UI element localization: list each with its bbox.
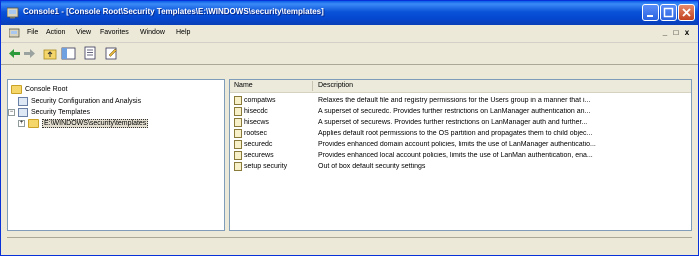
back-arrow-icon[interactable] — [7, 46, 22, 61]
tree-item-label: Security Templates — [31, 108, 91, 116]
snap-in-icon — [18, 96, 28, 106]
minimize-button[interactable] — [642, 4, 659, 21]
list-row[interactable]: setup security Out of box default securit… — [230, 161, 691, 172]
template-file-icon — [234, 162, 242, 171]
snap-in-icon — [18, 107, 28, 117]
row-name: hisecws — [244, 119, 269, 126]
menu-view[interactable]: View — [76, 29, 91, 36]
menu-window[interactable]: Window — [140, 29, 165, 36]
expand-icon[interactable]: + — [18, 119, 25, 127]
row-description: A superset of securedc. Provides further… — [318, 108, 591, 115]
mdi-restore-button[interactable]: □ — [671, 28, 681, 38]
row-name: setup security — [244, 163, 288, 170]
console-app-icon — [7, 7, 19, 19]
export-list-icon[interactable] — [83, 46, 98, 61]
properties-icon[interactable] — [104, 46, 119, 61]
details-list-pane[interactable]: Name Description compatws Relaxes the def… — [229, 79, 692, 231]
list-row[interactable]: securews Provides enhanced local account … — [230, 150, 691, 161]
row-name: securedc — [244, 141, 273, 148]
row-name: hisecdc — [244, 108, 268, 115]
up-folder-icon[interactable] — [43, 46, 58, 61]
tree-item-console-root[interactable]: Console Root — [11, 84, 67, 94]
list-row[interactable]: rootsec Applies default root permissions … — [230, 128, 691, 139]
toolbar — [1, 43, 698, 65]
column-divider[interactable] — [312, 81, 313, 91]
template-file-icon — [234, 96, 242, 105]
template-file-icon — [234, 118, 242, 127]
tree-item-label: Security Configuration and Analysis — [31, 97, 142, 105]
close-icon — [682, 8, 691, 17]
row-name: compatws — [244, 97, 276, 104]
menu-bar: File Action View Favorites Window Help _… — [1, 25, 698, 43]
column-header-description[interactable]: Description — [318, 82, 353, 89]
menu-favorites[interactable]: Favorites — [100, 29, 129, 36]
row-description: Applies default root permissions to the … — [318, 130, 593, 137]
tree-item-security-configuration[interactable]: Security Configuration and Analysis — [18, 96, 141, 106]
menu-file[interactable]: File — [27, 29, 38, 36]
window-title: Console1 - [Console Root\Security Templa… — [23, 7, 324, 16]
mdi-controls: _ □ x — [660, 28, 692, 38]
row-description: Out of box default security settings — [318, 163, 426, 170]
maximize-icon — [663, 7, 674, 18]
template-file-icon — [234, 151, 242, 160]
mmc-window: Console1 - [Console Root\Security Templa… — [0, 0, 699, 256]
folder-icon — [11, 84, 22, 94]
template-file-icon — [234, 140, 242, 149]
minimize-icon — [647, 15, 653, 17]
mdi-minimize-button[interactable]: _ — [660, 28, 670, 38]
collapse-icon[interactable]: − — [8, 108, 15, 116]
row-description: Provides enhanced domain account policie… — [318, 141, 596, 148]
template-file-icon — [234, 107, 242, 116]
row-name: securews — [244, 152, 274, 159]
console-tree-pane[interactable]: Console Root Security Configuration and … — [7, 79, 225, 231]
menu-action[interactable]: Action — [46, 29, 65, 36]
tree-item-templates-path[interactable]: + E:\WINDOWS\security\templates — [18, 118, 149, 128]
close-button[interactable] — [678, 4, 695, 21]
forward-arrow-icon[interactable] — [22, 46, 37, 61]
maximize-button[interactable] — [660, 4, 677, 21]
row-name: rootsec — [244, 130, 267, 137]
tree-item-security-templates[interactable]: − Security Templates — [8, 107, 90, 117]
column-header-name[interactable]: Name — [234, 82, 253, 89]
row-description: Provides enhanced local account policies… — [318, 152, 593, 159]
row-description: A superset of securews. Provides further… — [318, 119, 588, 126]
list-row[interactable]: hisecdc A superset of securedc. Provides … — [230, 106, 691, 117]
title-bar[interactable]: Console1 - [Console Root\Security Templa… — [1, 1, 698, 25]
folder-icon — [28, 118, 39, 128]
template-file-icon — [234, 129, 242, 138]
row-description: Relaxes the default file and registry pe… — [318, 97, 591, 104]
tree-item-label: E:\WINDOWS\security\templates — [42, 118, 149, 128]
list-header: Name Description — [230, 80, 691, 93]
list-row[interactable]: securedc Provides enhanced domain account… — [230, 139, 691, 150]
console-menu-icon[interactable] — [9, 28, 20, 39]
menu-help[interactable]: Help — [176, 29, 190, 36]
tree-item-label: Console Root — [25, 85, 68, 93]
list-row[interactable]: hisecws A superset of securews. Provides … — [230, 117, 691, 128]
mdi-close-button[interactable]: x — [682, 28, 692, 38]
show-hide-tree-icon[interactable] — [61, 46, 76, 61]
status-bar — [7, 237, 692, 252]
list-row[interactable]: compatws Relaxes the default file and reg… — [230, 95, 691, 106]
